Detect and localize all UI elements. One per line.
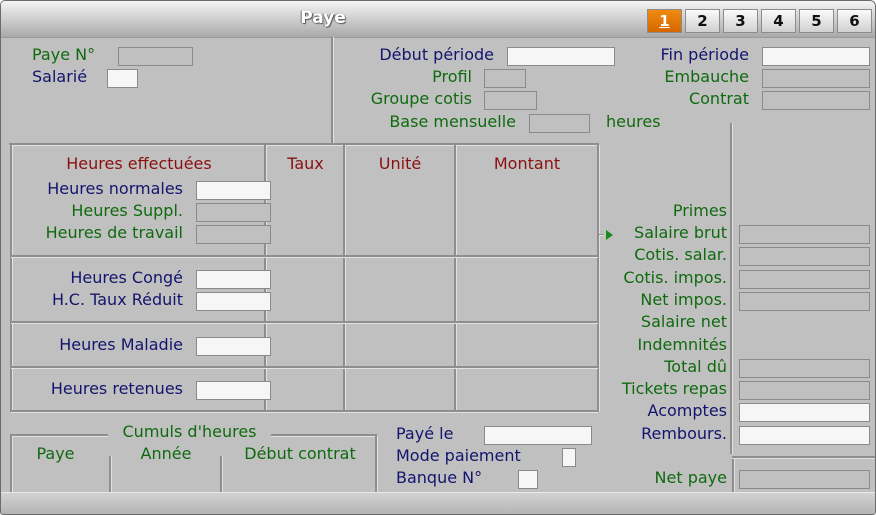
salaire-net-label: Salaire net <box>640 312 727 331</box>
heures-maladie-field[interactable] <box>196 337 271 356</box>
primes-label: Primes <box>672 201 727 220</box>
banque-no-field[interactable] <box>518 470 538 489</box>
salaire-brut-field <box>739 225 870 244</box>
salarie-field[interactable] <box>107 69 138 88</box>
cotis-impos-field <box>739 270 870 289</box>
paye-no-label: Paye N° <box>32 45 96 64</box>
net-paye-divider <box>732 459 735 492</box>
tab-4[interactable]: 4 <box>761 9 796 33</box>
table-right-border <box>597 145 600 412</box>
heures-normales-label: Heures normales <box>47 179 183 198</box>
col-header-taux: Taux <box>287 154 324 173</box>
hc-taux-reduit-label: H.C. Taux Réduit <box>51 290 183 309</box>
acomptes-field[interactable] <box>739 403 870 422</box>
cumuls-col-debut-contrat: Début contrat <box>244 444 356 463</box>
cotis-salar-field <box>739 247 870 266</box>
base-mensuelle-label: Base mensuelle <box>389 112 516 131</box>
profil-field <box>484 69 526 88</box>
col-sep-3 <box>454 145 457 412</box>
total-du-label: Total dû <box>664 357 727 376</box>
acomptes-label: Acomptes <box>647 401 727 420</box>
tickets-repas-field <box>739 381 870 400</box>
tab-6[interactable]: 6 <box>837 9 872 33</box>
net-paye-label: Net paye <box>654 468 727 487</box>
row-sep-2 <box>11 321 598 324</box>
net-paye-field <box>739 470 870 489</box>
fin-periode-field[interactable] <box>762 47 870 66</box>
paye-no-field <box>118 47 193 66</box>
tab-2[interactable]: 2 <box>685 9 720 33</box>
base-mensuelle-field <box>529 114 590 133</box>
cotis-salar-label: Cotis. salar. <box>634 245 727 264</box>
paye-le-field[interactable] <box>484 426 592 445</box>
window-title: Paye <box>300 8 346 28</box>
net-impos-label: Net impos. <box>640 290 727 309</box>
mode-paiement-field[interactable] <box>562 448 576 467</box>
cumuls-col-paye: Paye <box>36 444 75 463</box>
base-mensuelle-unit: heures <box>606 112 661 131</box>
heures-suppl-field <box>196 203 271 222</box>
cumuls-col-annee: Année <box>140 444 192 463</box>
col-header-montant: Montant <box>493 154 561 173</box>
tickets-repas-label: Tickets repas <box>621 379 727 398</box>
net-impos-field <box>739 292 870 311</box>
row-sep-1 <box>11 255 598 258</box>
heures-travail-label: Heures de travail <box>45 223 183 242</box>
tab-3[interactable]: 3 <box>723 9 758 33</box>
debut-periode-field[interactable] <box>507 47 615 66</box>
col-header-heures-effectuees: Heures effectuées <box>66 154 212 173</box>
groupe-cotis-label: Groupe cotis <box>370 89 472 108</box>
hc-taux-reduit-field[interactable] <box>196 292 271 311</box>
heures-conge-label: Heures Congé <box>70 268 183 287</box>
fin-periode-label: Fin période <box>660 45 749 64</box>
profil-label: Profil <box>432 67 472 86</box>
col-header-unite: Unité <box>378 154 422 173</box>
groupe-cotis-field <box>484 91 537 110</box>
embauche-label: Embauche <box>664 67 749 86</box>
heures-normales-field[interactable] <box>196 181 271 200</box>
payroll-window: Paye 1 2 3 4 5 6 Paye N° Salarié Début p… <box>0 0 876 515</box>
cotis-impos-label: Cotis. impos. <box>623 268 727 287</box>
col-sep-2 <box>343 145 346 412</box>
contrat-field <box>762 91 870 110</box>
header-divider <box>331 37 334 143</box>
title-bar: Paye 1 2 3 4 5 6 <box>1 1 875 38</box>
salarie-label: Salarié <box>32 67 88 86</box>
total-du-field <box>739 359 870 378</box>
page-tabs: 1 2 3 4 5 6 <box>647 9 874 33</box>
row-sep-3 <box>11 366 598 369</box>
status-bar <box>1 492 875 514</box>
salaire-brut-label: Salaire brut <box>634 223 727 242</box>
banque-no-label: Banque N° <box>396 468 483 487</box>
heures-conge-field[interactable] <box>196 270 271 289</box>
mode-paiement-label: Mode paiement <box>396 446 521 465</box>
debut-periode-label: Début période <box>379 45 494 64</box>
rembours-field[interactable] <box>739 426 870 445</box>
cumuls-border-left <box>10 434 108 437</box>
heures-retenues-field[interactable] <box>196 381 271 400</box>
heures-maladie-label: Heures Maladie <box>59 335 183 354</box>
heures-retenues-label: Heures retenues <box>50 379 183 398</box>
embauche-field <box>762 69 870 88</box>
totals-divider <box>730 123 733 454</box>
cumuls-title: Cumuls d'heures <box>122 422 257 441</box>
cumuls-border-right <box>271 434 377 437</box>
tab-5[interactable]: 5 <box>799 9 834 33</box>
table-bottom-border <box>11 410 598 413</box>
indemnites-label: Indemnités <box>637 335 727 354</box>
contrat-label: Contrat <box>688 89 749 108</box>
table-top-border <box>9 143 599 146</box>
net-paye-separator <box>732 456 875 459</box>
heures-travail-field <box>196 225 271 244</box>
paye-le-label: Payé le <box>396 424 454 443</box>
rembours-label: Rembours. <box>641 424 727 443</box>
tab-1[interactable]: 1 <box>647 9 682 33</box>
heures-suppl-label: Heures Suppl. <box>71 201 183 220</box>
